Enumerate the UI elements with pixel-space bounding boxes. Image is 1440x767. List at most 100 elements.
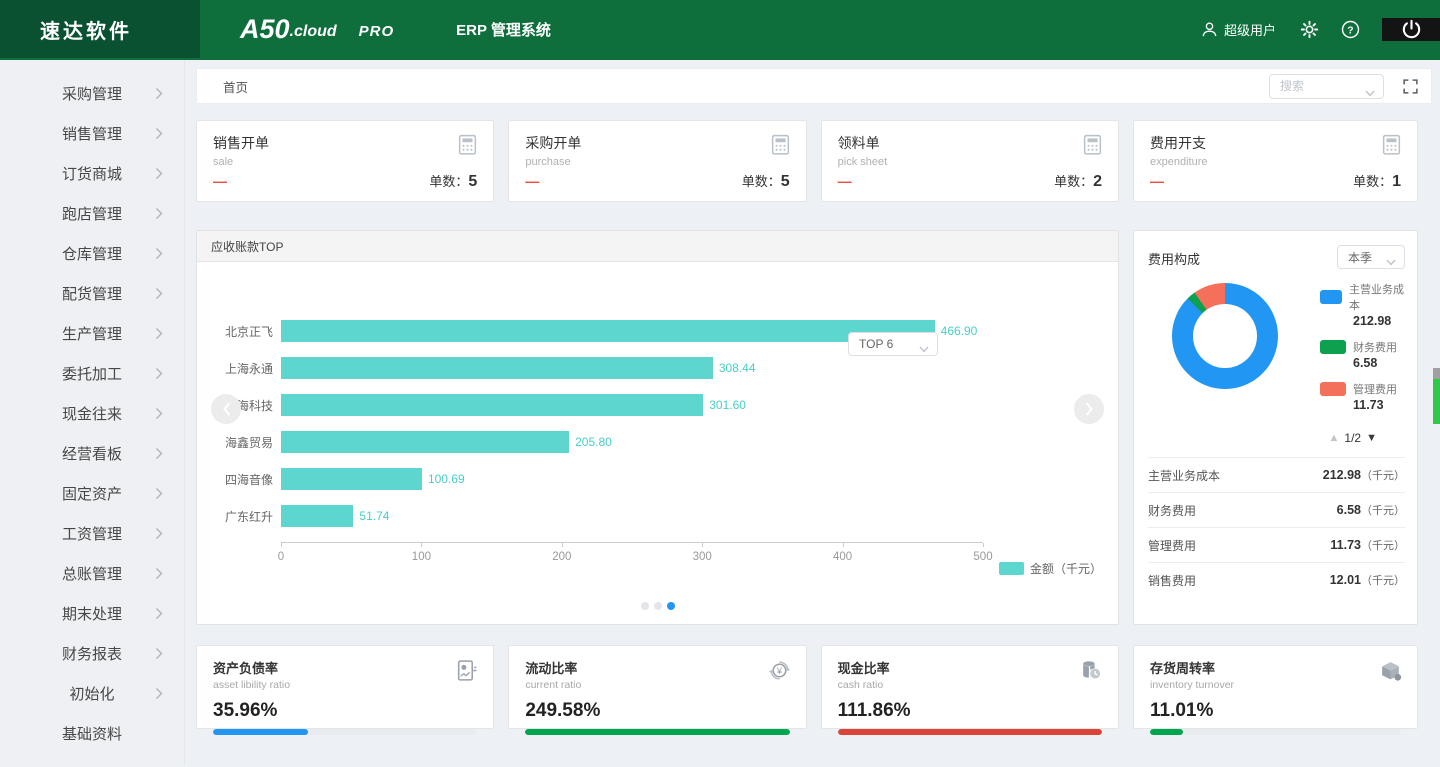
sidebar-item-13[interactable]: 总账管理 xyxy=(0,553,184,593)
scrollbar-thumb[interactable] xyxy=(1433,379,1440,424)
donut-legend-item[interactable]: 财务费用 6.58 xyxy=(1320,339,1405,370)
count-label: 单数： xyxy=(1353,174,1393,189)
sidebar-item-16[interactable]: 初始化 xyxy=(0,673,184,713)
chevron-right-icon xyxy=(155,527,163,545)
chevron-right-icon xyxy=(155,367,163,385)
donut-legend-item[interactable]: 主营业务成本 212.98 xyxy=(1320,281,1405,328)
expense-row-value: 11.73（千元） xyxy=(1330,538,1405,552)
x-tick-label: 300 xyxy=(692,551,712,563)
stat-card-purchase[interactable]: 采购开单 purchase — 单数：5 xyxy=(508,120,807,202)
bar[interactable] xyxy=(281,431,570,453)
calculator-icon xyxy=(456,133,479,161)
sidebar-item-label: 固定资产 xyxy=(61,485,122,503)
sidebar-item-10[interactable]: 经营看板 xyxy=(0,433,184,473)
stat-card-sale[interactable]: 销售开单 sale — 单数：5 xyxy=(196,120,495,202)
trend-dash: — xyxy=(837,173,852,189)
expense-row-label: 财务费用 xyxy=(1148,503,1197,518)
sidebar-item-6[interactable]: 配货管理 xyxy=(0,273,184,313)
chevron-right-icon xyxy=(155,567,163,585)
chevron-right-icon xyxy=(155,167,163,185)
x-tick-label: 0 xyxy=(277,551,285,563)
carousel-dot[interactable] xyxy=(653,602,662,610)
bar-value-label: 466.90 xyxy=(940,324,978,338)
bar[interactable] xyxy=(281,320,935,342)
stat-card-pick-sheet[interactable]: 领料单 pick sheet — 单数：2 xyxy=(820,120,1119,202)
sidebar-item-label: 配货管理 xyxy=(61,285,122,303)
top-filter-value: TOP 6 xyxy=(859,337,894,351)
period-select[interactable]: 本季 xyxy=(1337,245,1405,269)
card-subtitle: expenditure xyxy=(1150,156,1208,168)
expense-detail-list: 主营业务成本 212.98（千元） 财务费用 6.58（千元） 管理费用 11.73（千元… xyxy=(1148,457,1405,597)
carousel-dot-active[interactable] xyxy=(666,602,675,610)
fullscreen-button[interactable] xyxy=(1402,78,1419,95)
chart-legend[interactable]: 金额（千元） xyxy=(998,560,1102,577)
count-label: 单数： xyxy=(741,174,781,189)
pager-up-icon[interactable]: ▲ xyxy=(1329,432,1340,444)
bar-category-label: 广东红升 xyxy=(224,509,273,524)
help-button[interactable]: ? xyxy=(1341,20,1360,39)
bar-track: 51.74 xyxy=(281,505,981,527)
donut-legend-item[interactable]: 管理费用 11.73 xyxy=(1320,381,1405,412)
sidebar-item-5[interactable]: 仓库管理 xyxy=(0,233,184,273)
card-title: 流动比率 xyxy=(525,661,578,676)
bar-row: 上海永通 308.44 xyxy=(211,357,1104,379)
top-filter-select[interactable]: TOP 6 xyxy=(848,332,938,356)
chevron-right-icon xyxy=(155,327,163,345)
sidebar-item-label: 跑店管理 xyxy=(61,205,122,223)
sidebar-item-12[interactable]: 工资管理 xyxy=(0,513,184,553)
legend-value: 11.73 xyxy=(1353,398,1384,412)
expense-row-unit: （千元） xyxy=(1361,470,1405,482)
scrollbar[interactable] xyxy=(1433,368,1440,424)
pager-down-icon[interactable]: ▼ xyxy=(1366,432,1377,444)
bar[interactable] xyxy=(281,505,354,527)
carousel-dot[interactable] xyxy=(640,602,649,610)
settings-button[interactable] xyxy=(1300,20,1319,39)
trend-dash: — xyxy=(213,173,227,189)
svg-text:¥: ¥ xyxy=(776,666,783,676)
sidebar-item-11[interactable]: 固定资产 xyxy=(0,473,184,513)
sidebar-item-15[interactable]: 财务报表 xyxy=(0,633,184,673)
sidebar-item-8[interactable]: 委托加工 xyxy=(0,353,184,393)
bar[interactable] xyxy=(281,357,713,379)
user-menu[interactable]: 超级用户 xyxy=(1201,20,1276,39)
panel-title: 费用构成 xyxy=(1148,252,1201,267)
card-title: 存货周转率 xyxy=(1150,661,1216,676)
bar[interactable] xyxy=(281,394,704,416)
tab-home[interactable]: 首页 xyxy=(223,77,248,96)
logout-button[interactable] xyxy=(1382,17,1440,41)
sidebar-item-4[interactable]: 跑店管理 xyxy=(0,193,184,233)
ratio-card-cash[interactable]: 现金比率 cash ratio 111.86% xyxy=(820,645,1119,735)
chevron-right-icon xyxy=(155,407,163,425)
expense-row-unit: （千元） xyxy=(1361,505,1405,517)
x-tick-mark xyxy=(842,543,844,547)
sidebar-item-label: 总账管理 xyxy=(61,565,122,583)
carousel-prev-button[interactable] xyxy=(211,394,241,424)
carousel-next-button[interactable] xyxy=(1074,394,1104,424)
sidebar-item-3[interactable]: 订货商城 xyxy=(0,153,184,193)
count-value: 1 xyxy=(1392,173,1401,190)
ratio-card-inventory[interactable]: 存货周转率 inventory turnover 11.01% xyxy=(1133,645,1418,735)
trend-dash: — xyxy=(1150,173,1164,189)
product-edition: PRO xyxy=(358,22,395,40)
card-title: 现金比率 xyxy=(837,661,890,676)
progress-track xyxy=(1150,729,1401,735)
sidebar-item-label: 采购管理 xyxy=(61,85,122,103)
chevron-right-icon xyxy=(155,487,163,505)
stat-card-expenditure[interactable]: 费用开支 expenditure — 单数：1 xyxy=(1133,120,1418,202)
bar-value-label: 205.80 xyxy=(575,435,612,449)
expense-row: 主营业务成本 212.98（千元） xyxy=(1148,457,1405,492)
ratio-card-asset-liability[interactable]: 资产负债率 asset libility ratio 35.96% xyxy=(196,645,495,735)
sidebar-item-1[interactable]: 采购管理 xyxy=(0,73,184,113)
sidebar-item-9[interactable]: 现金往来 xyxy=(0,393,184,433)
sidebar-item-2[interactable]: 销售管理 xyxy=(0,113,184,153)
sidebar-item-14[interactable]: 期末处理 xyxy=(0,593,184,633)
count-value: 5 xyxy=(780,173,790,190)
ratio-card-current[interactable]: 流动比率 current ratio ¥ 249.58% xyxy=(508,645,807,735)
sidebar-item-7[interactable]: 生产管理 xyxy=(0,313,184,353)
progress-track xyxy=(837,729,1102,735)
search-input[interactable] xyxy=(1270,79,1356,93)
progress-fill xyxy=(837,729,1102,735)
sidebar-item-17[interactable]: 基础资料 xyxy=(0,713,184,753)
bar[interactable] xyxy=(281,468,422,490)
search-box[interactable] xyxy=(1269,73,1384,99)
